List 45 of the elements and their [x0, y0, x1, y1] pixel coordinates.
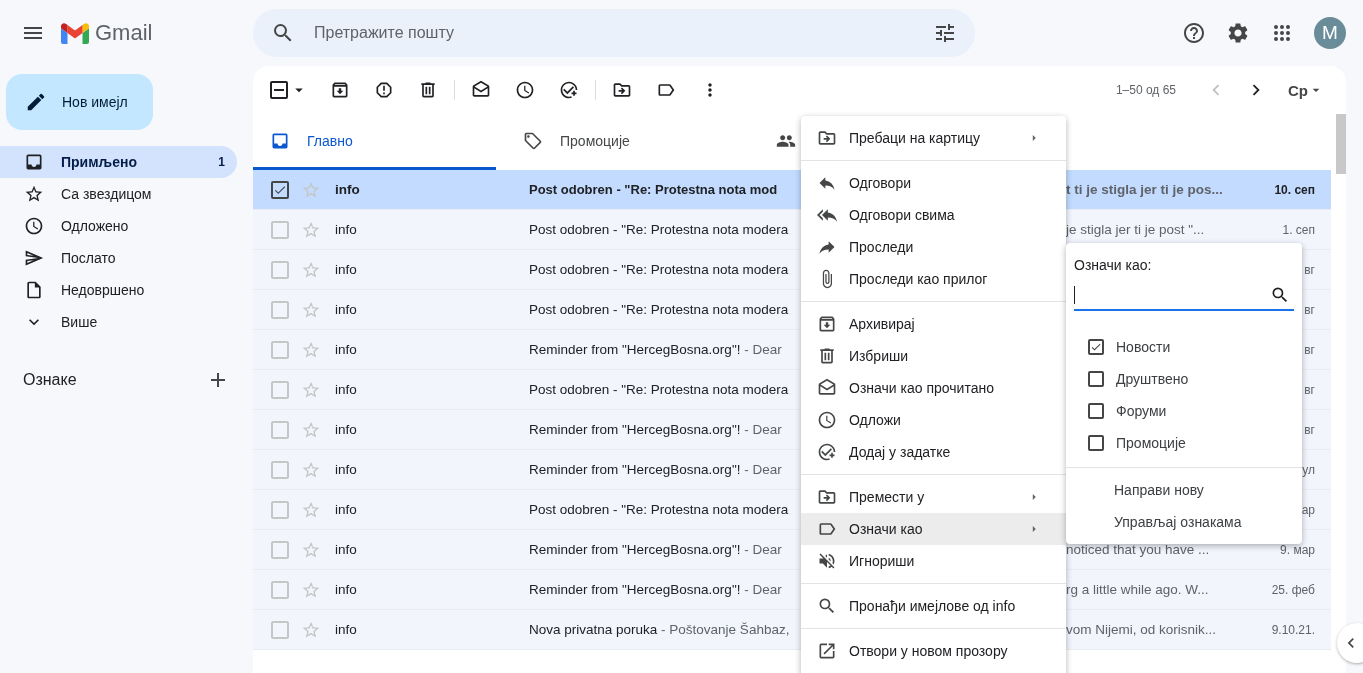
email-subject: Reminder from "HercegBosna.org"! - Dear: [529, 422, 782, 437]
sender-name: info: [335, 542, 358, 557]
app-name: Gmail: [95, 20, 153, 46]
email-date: 25. феб: [1270, 582, 1316, 597]
email-date: вг: [1303, 302, 1316, 317]
sender-name: info: [335, 342, 358, 357]
email-subject: Post odobren - "Re: Protestna nota modera: [529, 502, 789, 517]
email-snippet: noticed that you have ...: [1066, 542, 1210, 557]
sender-name: info: [335, 502, 358, 517]
sender-name: info: [335, 262, 358, 277]
sender-name: info: [335, 582, 358, 597]
sender-name: info: [335, 222, 358, 237]
email-date: 9. мар: [1279, 542, 1316, 557]
email-date: вг: [1303, 422, 1316, 437]
email-subject: Post odobren - "Re: Protestna nota modera: [529, 382, 789, 397]
sender-name: info: [335, 182, 361, 197]
email-date: ар: [1300, 502, 1316, 517]
email-date: вг: [1303, 262, 1316, 277]
pagination-text: 1–50 од 65: [1115, 83, 1176, 97]
email-snippet: vom Nijemi, od korisnik...: [1066, 622, 1217, 637]
email-subject: Post odobren - "Re: Protestna nota modera: [529, 262, 789, 277]
sender-name: info: [335, 422, 358, 437]
email-snippet: je stigla jer ti je post "...: [1066, 222, 1205, 237]
email-subject: Post odobren - "Re: Protestna nota modera: [529, 302, 789, 317]
email-date: 10. сеп: [1273, 182, 1316, 197]
email-subject: Post odobren - "Re: Protestna nota mod: [529, 182, 778, 197]
email-subject: Post odobren - "Re: Protestna nota modera: [529, 222, 789, 237]
sender-name: info: [335, 622, 358, 637]
email-date: 1. сеп: [1281, 222, 1316, 237]
email-date: вг: [1303, 382, 1316, 397]
email-snippet: rg a little while ago. W...: [1066, 582, 1209, 597]
email-date: ул: [1301, 462, 1316, 477]
email-subject: Reminder from "HercegBosna.org"! - Dear: [529, 582, 782, 597]
email-date: 9.10.21.: [1270, 622, 1316, 637]
email-date: вг: [1303, 342, 1316, 357]
email-snippet: t ti je stigla jer ti je pos...: [1066, 182, 1223, 197]
email-subject: Reminder from "HercegBosna.org"! - Dear: [529, 462, 782, 477]
section-heading: Ознаке: [23, 371, 77, 389]
sender-name: info: [335, 382, 358, 397]
email-subject: Reminder from "HercegBosna.org"! - Dear: [529, 542, 782, 557]
email-subject: Reminder from "HercegBosna.org"! - Dear: [529, 342, 782, 357]
sender-name: info: [335, 462, 358, 477]
sender-name: info: [335, 302, 358, 317]
email-subject: Nova privatna poruka - Poštovanje Šahbaz,: [529, 622, 790, 637]
menu-title: Означи као:: [1074, 257, 1153, 273]
